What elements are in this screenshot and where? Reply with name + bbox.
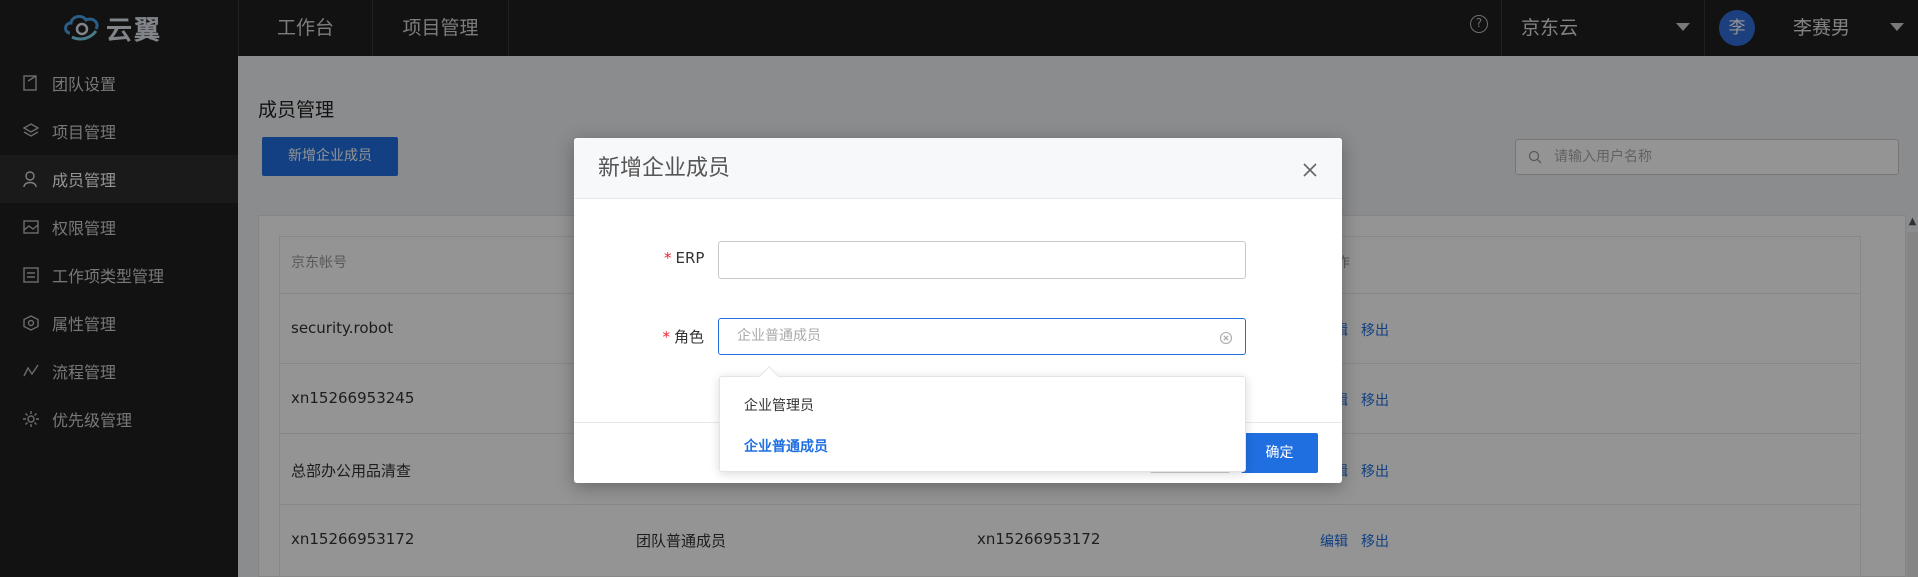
dialog-header: 新增企业成员 xyxy=(574,138,1342,199)
role-select-placeholder: 企业普通成员 xyxy=(737,328,821,344)
erp-field[interactable] xyxy=(718,241,1246,279)
required-mark: * xyxy=(664,249,672,267)
erp-label-text: ERP xyxy=(675,249,705,267)
dropdown-option-admin[interactable]: 企业管理员 xyxy=(744,395,814,415)
confirm-button[interactable]: 确定 xyxy=(1241,433,1318,473)
required-mark: * xyxy=(662,328,670,346)
role-label-text: 角色 xyxy=(673,328,704,346)
dropdown-option-member[interactable]: 企业普通成员 xyxy=(744,436,828,456)
role-label: * 角色 xyxy=(656,326,704,347)
erp-label: * ERP xyxy=(664,249,704,267)
clear-icon[interactable] xyxy=(1219,331,1233,345)
dialog-title: 新增企业成员 xyxy=(598,156,731,181)
role-select[interactable]: 企业普通成员 xyxy=(718,318,1246,355)
role-dropdown: 企业管理员 企业普通成员 xyxy=(719,376,1246,472)
close-icon[interactable] xyxy=(1302,162,1318,178)
